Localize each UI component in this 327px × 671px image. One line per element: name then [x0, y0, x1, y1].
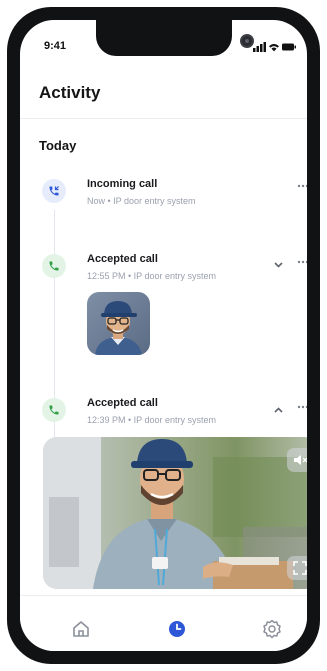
- phone-frame: 9:41 Activity Today Incoming call Now • …: [7, 7, 320, 664]
- chevron-up-icon[interactable]: [274, 400, 283, 418]
- tab-activity[interactable]: [166, 618, 188, 640]
- more-horizontal-icon[interactable]: [297, 256, 307, 264]
- phone-accepted-icon: [42, 254, 66, 278]
- clock-icon: [169, 621, 185, 637]
- status-time: 9:41: [44, 40, 67, 52]
- fullscreen-icon: [293, 561, 307, 575]
- event-subtitle: 12:55 PM • IP door entry system: [87, 271, 217, 281]
- page-title: Activity: [39, 83, 101, 102]
- header-divider: [20, 118, 307, 119]
- event-subtitle: Now • IP door entry system: [87, 196, 196, 206]
- event-title: Accepted call: [87, 253, 158, 265]
- more-horizontal-icon[interactable]: [297, 401, 307, 409]
- event-title: Accepted call: [87, 397, 158, 409]
- tab-settings[interactable]: [261, 618, 283, 640]
- device-notch: [96, 20, 232, 56]
- tab-home[interactable]: [70, 618, 92, 640]
- visitor-snapshot-thumbnail[interactable]: [87, 292, 150, 355]
- call-video-frame: [43, 437, 307, 589]
- gear-icon: [263, 619, 281, 639]
- section-heading-today: Today: [39, 138, 77, 153]
- app-screen: 9:41 Activity Today Incoming call Now • …: [20, 20, 307, 651]
- fullscreen-button[interactable]: [287, 556, 307, 580]
- event-title: Incoming call: [87, 178, 158, 190]
- phone-incoming-icon: [42, 179, 66, 203]
- signal-wifi-battery-icon: [253, 42, 296, 52]
- status-icons: [253, 40, 297, 52]
- call-video-player[interactable]: [43, 437, 307, 589]
- phone-accepted-icon: [42, 398, 66, 422]
- more-horizontal-icon[interactable]: [297, 180, 307, 188]
- speaker-muted-icon: [294, 455, 307, 465]
- event-subtitle: 12:39 PM • IP door entry system: [87, 415, 217, 425]
- mute-button[interactable]: [287, 448, 307, 472]
- camera-icon: [240, 34, 254, 48]
- chevron-down-icon[interactable]: [274, 255, 283, 273]
- home-icon: [73, 621, 89, 637]
